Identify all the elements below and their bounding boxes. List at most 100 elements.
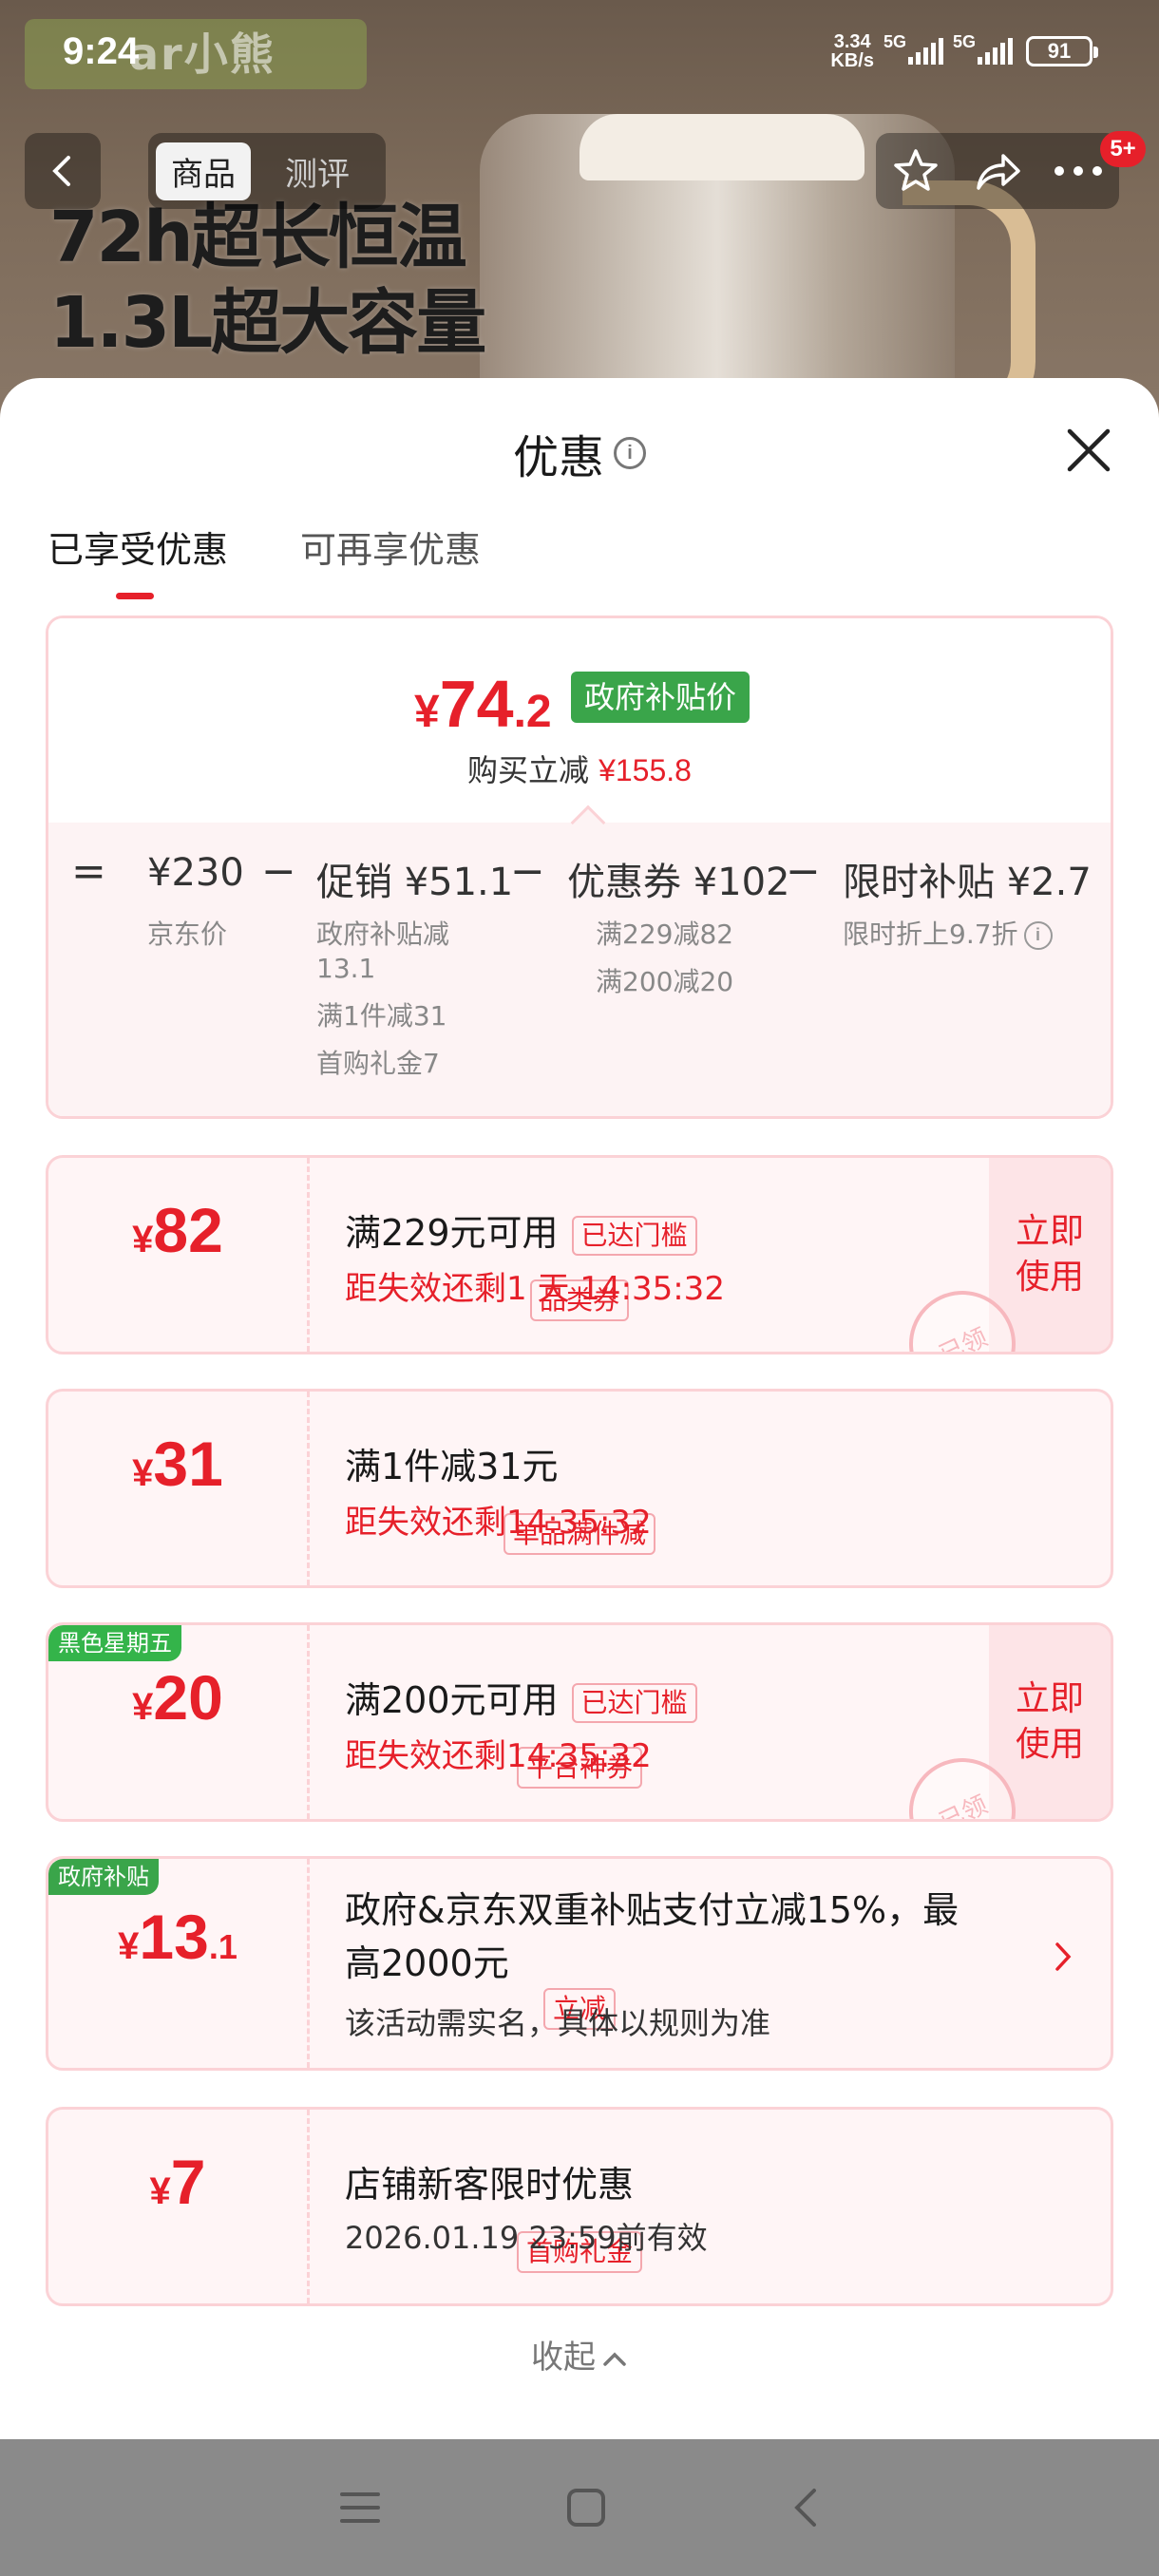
coupon-countdown: 距失效还剩14:35:32	[345, 1737, 652, 1775]
gov-subsidy-tag: 政府补贴	[48, 1859, 159, 1895]
coupon-title: 店铺新客限时优惠	[345, 2164, 635, 2206]
back-nav-icon[interactable]	[791, 2487, 820, 2529]
final-price-currency: ¥	[414, 687, 440, 737]
flash-subsidy-text: 限时折上9.7折	[843, 919, 1018, 950]
promo-item: 政府补贴减	[316, 919, 450, 950]
coupon-divider	[307, 1158, 310, 1352]
coupon-validity: 2026.01.19 23:59前有效	[345, 2220, 708, 2256]
minus-sign: −	[261, 847, 296, 896]
coupon-card[interactable]: ¥31 单品满件减 满1件减31元 距失效还剩14:35:32	[46, 1389, 1113, 1588]
coupon-amount: ¥82	[48, 1194, 307, 1266]
coupon-card[interactable]: ¥82 品类券 满229元可用 已达门槛 距失效还剩1 天 14:35:32 立即…	[46, 1155, 1113, 1354]
gov-price-tag: 政府补贴价	[571, 672, 750, 723]
equals-sign: =	[71, 847, 106, 896]
chevron-right-icon[interactable]	[1054, 1941, 1073, 1973]
final-price-dec: .2	[513, 687, 552, 737]
close-icon[interactable]	[1062, 424, 1115, 477]
gov-subsidy-card[interactable]: 政府补贴 ¥13.1 立减 政府&京东双重补贴支付立减15%，最 高2000元 …	[46, 1856, 1113, 2071]
final-price: ¥74.2	[414, 666, 552, 742]
home-icon[interactable]	[565, 2487, 607, 2529]
promo-headline-2: 1.3L超大容量	[49, 282, 486, 364]
jd-price-label: 京东价	[147, 919, 228, 950]
use-now-line1: 立即	[1015, 1212, 1084, 1251]
tab-product[interactable]: 商品	[156, 142, 251, 200]
coupon-amount-value: 7	[170, 2147, 206, 2217]
discount-sheet: 优惠 i 已享受优惠 可再享优惠 ¥74.2 政府补贴价 购买立减 ¥155.8 =…	[0, 378, 1159, 2439]
flash-subsidy: 限时补贴 ¥2.7	[843, 861, 1092, 904]
battery-icon: 91	[1026, 36, 1098, 66]
coupon-countdown: 距失效还剩14:35:32	[345, 1504, 652, 1542]
back-button[interactable]	[25, 133, 101, 209]
coupon-countdown: 距失效还剩1 天 14:35:32	[345, 1270, 725, 1308]
coupon-amount: ¥7	[48, 2146, 307, 2218]
info-icon[interactable]: i	[1023, 921, 1053, 950]
signal-label: 5G	[953, 32, 977, 51]
promo-item: 首购礼金7	[316, 1048, 440, 1079]
coupon-divider	[307, 1392, 310, 1585]
coupon-amount-value: 31	[153, 1429, 223, 1499]
tab-available-discounts[interactable]: 可再享优惠	[300, 521, 481, 573]
coupon-amount-value: 20	[153, 1662, 223, 1733]
share-icon[interactable]	[971, 146, 1022, 196]
discount-tabs: 已享受优惠 可再享优惠	[48, 521, 481, 599]
tab-review[interactable]: 测评	[270, 142, 365, 200]
promo-item: 满1件减31	[316, 1000, 447, 1032]
coupon-currency: ¥	[118, 1925, 140, 1967]
coupon-currency: ¥	[132, 1686, 154, 1728]
coupon-card[interactable]: ¥7 首购礼金 店铺新客限时优惠 2026.01.19 23:59前有效	[46, 2107, 1113, 2306]
signal-label: 5G	[884, 32, 907, 51]
price-summary-card: ¥74.2 政府补贴价 购买立减 ¥155.8 = ¥230 京东价 − 促销 ¥…	[46, 616, 1113, 1119]
status-icons: 3.34 KB/s 5G 5G 91	[830, 32, 1098, 70]
coupon-amount-dec: .1	[208, 1927, 238, 1966]
signal-icon: 5G	[953, 32, 1013, 65]
coupon-card[interactable]: 黑色星期五 ¥20 平台神券 满200元可用 已达门槛 距失效还剩14:35:32…	[46, 1622, 1113, 1822]
tab-enjoyed-discounts[interactable]: 已享受优惠	[48, 521, 228, 599]
coupon-amount: ¥20	[48, 1661, 307, 1733]
coupon-currency: ¥	[132, 1452, 154, 1494]
threshold-tag: 已达门槛	[571, 1215, 697, 1256]
price-breakdown: = ¥230 京东价 − 促销 ¥51.1 政府补贴减 13.1 满1件减31 …	[48, 823, 1111, 1116]
coupon-total: 优惠券 ¥102	[567, 861, 790, 904]
final-price-int: 74	[439, 667, 514, 741]
network-speed: 3.34 KB/s	[830, 32, 874, 70]
sheet-title: 优惠 i	[0, 420, 1159, 486]
minus-sign: −	[786, 847, 821, 896]
coupon-amount-value: 13	[139, 1902, 209, 1972]
status-time: 9:24	[63, 30, 140, 72]
reduce-amount: ¥155.8	[598, 753, 692, 787]
star-icon[interactable]	[891, 146, 940, 196]
coupon-title: 满200元可用 已达门槛	[345, 1671, 697, 1723]
menu-icon[interactable]	[339, 2489, 381, 2527]
coupon-amount-value: 82	[153, 1195, 223, 1265]
use-now-line2: 使用	[1015, 1258, 1084, 1297]
price-summary-top: ¥74.2 政府补贴价 购买立减 ¥155.8	[48, 618, 1111, 823]
network-speed-value: 3.34	[833, 31, 871, 52]
collapse-label: 收起	[531, 2339, 596, 2377]
coupon-divider	[307, 1625, 310, 1819]
notification-badge: 5+	[1100, 131, 1146, 167]
coupon-title-text: 满200元可用	[345, 1679, 559, 1721]
coupon-item: 满229减82	[596, 919, 734, 950]
use-now-line2: 使用	[1015, 1725, 1084, 1764]
coupon-amount: ¥13.1	[48, 1901, 307, 1973]
coupon-divider	[307, 1859, 310, 2068]
info-icon[interactable]: i	[614, 437, 646, 469]
reduce-label: 购买立减	[467, 752, 590, 788]
reduce-line: 购买立减 ¥155.8	[48, 747, 1111, 790]
chevron-up-icon	[603, 2352, 626, 2366]
more-icon[interactable]	[1053, 164, 1104, 178]
signal-icon: 5G	[884, 32, 943, 65]
coupon-title-text: 满229元可用	[345, 1212, 559, 1254]
promo-total: 促销 ¥51.1	[316, 861, 514, 904]
product-image-lid	[580, 114, 864, 180]
coupon-currency: ¥	[132, 1219, 154, 1260]
use-now-line1: 立即	[1015, 1679, 1084, 1718]
system-nav-bar	[0, 2439, 1159, 2576]
jd-price: ¥230	[147, 851, 244, 895]
sheet-title-text: 优惠	[512, 431, 604, 484]
coupon-divider	[307, 2110, 310, 2303]
black-friday-tag: 黑色星期五	[48, 1625, 181, 1661]
collapse-button[interactable]: 收起	[0, 2331, 1159, 2377]
network-speed-unit: KB/s	[830, 50, 874, 71]
coupon-item: 满200减20	[596, 966, 734, 997]
